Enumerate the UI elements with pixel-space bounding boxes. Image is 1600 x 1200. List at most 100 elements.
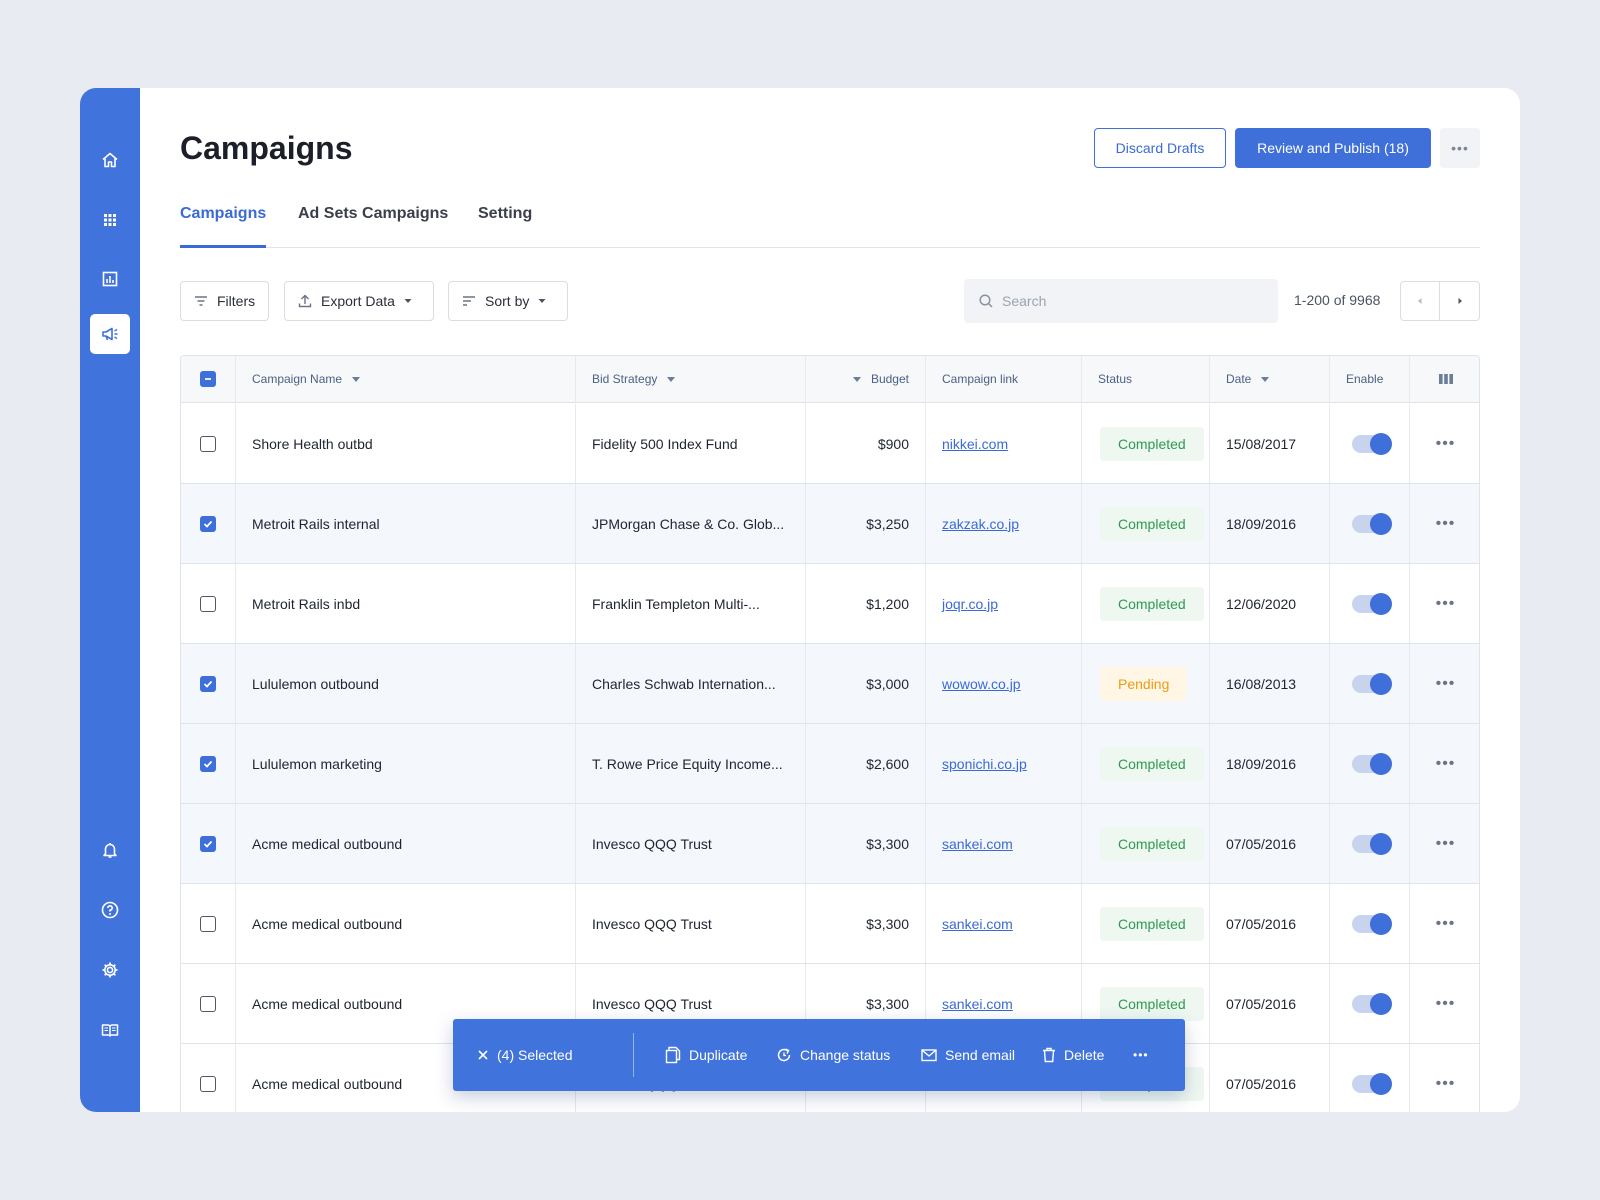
budget-cell: $1,200 xyxy=(806,564,926,643)
sidebar-item-campaigns[interactable] xyxy=(90,314,130,354)
enable-toggle[interactable] xyxy=(1352,912,1392,935)
row-checkbox[interactable] xyxy=(200,595,216,612)
tab-setting[interactable]: Setting xyxy=(478,200,532,248)
header-columns-cell xyxy=(1410,356,1479,402)
table-row[interactable]: Metroit Rails internal JPMorgan Chase & C… xyxy=(181,484,1479,564)
status-cell: Completed xyxy=(1082,884,1210,963)
change-status-button[interactable]: Change status xyxy=(776,1019,890,1091)
campaign-name-cell: Acme medical outbound xyxy=(236,804,576,883)
header-bid-strategy[interactable]: Bid Strategy xyxy=(576,356,806,402)
date-cell: 12/06/2020 xyxy=(1210,564,1330,643)
sort-by-label: Sort by xyxy=(485,293,530,309)
header-select-cell xyxy=(181,356,236,402)
campaign-link[interactable]: sankei.com xyxy=(942,836,1013,852)
enable-toggle[interactable] xyxy=(1352,992,1392,1015)
row-checkbox[interactable] xyxy=(200,435,216,452)
row-checkbox[interactable] xyxy=(200,755,216,772)
row-more-icon[interactable]: ••• xyxy=(1436,675,1456,693)
table-row[interactable]: Lululemon marketing T. Rowe Price Equity … xyxy=(181,724,1479,804)
budget: $3,300 xyxy=(866,995,909,1012)
delete-button[interactable]: Delete xyxy=(1042,1019,1104,1091)
enable-cell xyxy=(1330,724,1410,803)
clear-selection-button[interactable]: (4) Selected xyxy=(477,1019,572,1091)
bulk-more-button[interactable]: ••• xyxy=(1133,1019,1149,1091)
table-row[interactable]: Shore Health outbd Fidelity 500 Index Fun… xyxy=(181,404,1479,484)
status-badge: Pending xyxy=(1100,666,1188,701)
enable-toggle[interactable] xyxy=(1352,432,1392,455)
campaign-link[interactable]: sponichi.co.jp xyxy=(942,756,1027,772)
header-bid-strategy-label: Bid Strategy xyxy=(592,372,658,386)
select-all-checkbox[interactable] xyxy=(200,371,216,387)
sidebar-item-docs[interactable] xyxy=(90,1010,130,1050)
bulk-action-bar: (4) Selected Duplicate Change status Sen… xyxy=(453,1019,1185,1091)
send-email-button[interactable]: Send email xyxy=(921,1019,1015,1091)
page-more-button[interactable]: ••• xyxy=(1440,128,1480,168)
duplicate-button[interactable]: Duplicate xyxy=(665,1019,747,1091)
export-data-button[interactable]: Export Data xyxy=(284,281,434,321)
enable-toggle[interactable] xyxy=(1352,1072,1392,1095)
bid-strategy-cell: Charles Schwab Internation... xyxy=(576,644,806,723)
sidebar-item-notifications[interactable] xyxy=(90,830,130,870)
enable-cell xyxy=(1330,404,1410,483)
row-more-icon[interactable]: ••• xyxy=(1436,595,1456,613)
row-checkbox[interactable] xyxy=(200,835,216,852)
table-row[interactable]: Acme medical outbound Invesco QQQ Trust $3… xyxy=(181,884,1479,964)
sort-by-button[interactable]: Sort by xyxy=(448,281,568,321)
enable-cell xyxy=(1330,644,1410,723)
campaign-link[interactable]: nikkei.com xyxy=(942,436,1008,452)
row-more-icon[interactable]: ••• xyxy=(1436,835,1456,853)
export-data-label: Export Data xyxy=(321,293,395,309)
next-page-button[interactable] xyxy=(1440,282,1479,320)
row-more-icon[interactable]: ••• xyxy=(1436,995,1456,1013)
campaign-link[interactable]: joqr.co.jp xyxy=(942,596,998,612)
row-checkbox[interactable] xyxy=(200,515,216,532)
tab-campaigns[interactable]: Campaigns xyxy=(180,200,267,248)
campaign-link[interactable]: sankei.com xyxy=(942,916,1013,932)
discard-drafts-button[interactable]: Discard Drafts xyxy=(1094,128,1226,168)
row-checkbox[interactable] xyxy=(200,995,216,1012)
enable-toggle[interactable] xyxy=(1352,752,1392,775)
enable-toggle[interactable] xyxy=(1352,832,1392,855)
review-publish-button[interactable]: Review and Publish (18) xyxy=(1235,128,1431,168)
row-more-icon[interactable]: ••• xyxy=(1436,915,1456,933)
sidebar-item-help[interactable] xyxy=(90,890,130,930)
tab-ad-sets-campaigns[interactable]: Ad Sets Campaigns xyxy=(298,200,448,248)
sidebar-item-apps[interactable] xyxy=(90,200,130,240)
header-enable: Enable xyxy=(1330,356,1410,402)
header-campaign-name[interactable]: Campaign Name xyxy=(236,356,576,402)
page-title: Campaigns xyxy=(180,130,353,166)
table-row[interactable]: Lululemon outbound Charles Schwab Interna… xyxy=(181,644,1479,724)
columns-icon[interactable] xyxy=(1438,372,1454,386)
row-more-icon[interactable]: ••• xyxy=(1436,435,1456,453)
search-input[interactable] xyxy=(1002,293,1262,309)
prev-page-button[interactable] xyxy=(1401,282,1441,320)
sidebar-item-reports[interactable] xyxy=(90,259,130,299)
enable-toggle[interactable] xyxy=(1352,592,1392,615)
filters-button[interactable]: Filters xyxy=(180,281,269,321)
table-row[interactable]: Metroit Rails inbd Franklin Templeton Mul… xyxy=(181,564,1479,644)
campaign-link[interactable]: wowow.co.jp xyxy=(942,676,1021,692)
row-more-icon[interactable]: ••• xyxy=(1436,755,1456,773)
enable-toggle[interactable] xyxy=(1352,512,1392,535)
bid-strategy-cell: Invesco QQQ Trust xyxy=(576,804,806,883)
sidebar-item-settings[interactable] xyxy=(90,950,130,990)
sidebar-item-home[interactable] xyxy=(90,140,130,180)
campaign-link-cell: sankei.com xyxy=(926,884,1082,963)
upload-icon xyxy=(298,294,312,308)
campaign-link[interactable]: zakzak.co.jp xyxy=(942,516,1019,532)
header-budget[interactable]: Budget xyxy=(806,356,926,402)
bid-strategy-cell: T. Rowe Price Equity Income... xyxy=(576,724,806,803)
budget: $2,600 xyxy=(866,755,909,772)
row-more-icon[interactable]: ••• xyxy=(1436,515,1456,533)
row-checkbox[interactable] xyxy=(200,1075,216,1092)
row-checkbox[interactable] xyxy=(200,915,216,932)
campaign-link-cell: nikkei.com xyxy=(926,404,1082,483)
row-actions-cell: ••• xyxy=(1410,484,1479,563)
campaign-link[interactable]: sankei.com xyxy=(942,996,1013,1012)
row-checkbox[interactable] xyxy=(200,675,216,692)
header-date[interactable]: Date xyxy=(1210,356,1330,402)
table-row[interactable]: Acme medical outbound Invesco QQQ Trust $3… xyxy=(181,804,1479,884)
row-more-icon[interactable]: ••• xyxy=(1436,1075,1456,1093)
enable-toggle[interactable] xyxy=(1352,672,1392,695)
row-actions-cell: ••• xyxy=(1410,964,1479,1043)
